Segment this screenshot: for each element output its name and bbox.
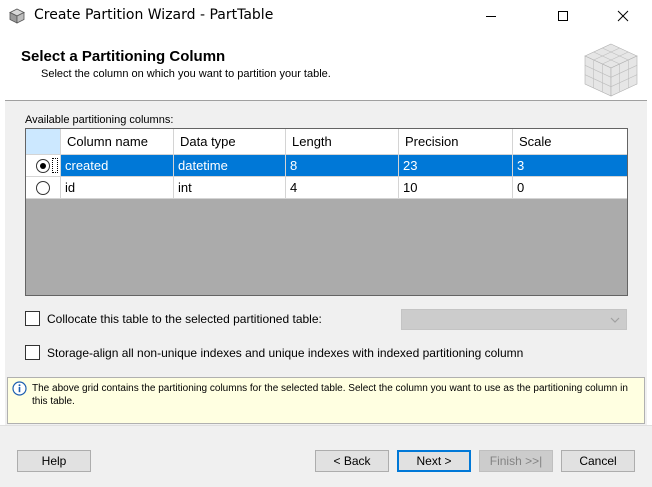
cell-column-name[interactable]: id [61,177,174,199]
minimize-icon[interactable] [468,0,514,31]
info-text: The above grid contains the partitioning… [32,383,628,407]
column-header-length[interactable]: Length [286,129,399,155]
cell-data-type[interactable]: datetime [174,155,286,177]
row-select-radio[interactable] [26,177,61,199]
storage-align-checkbox[interactable] [25,345,40,360]
cancel-button[interactable]: Cancel [561,450,635,472]
column-header-scale[interactable]: Scale [513,129,627,155]
row-select-radio[interactable] [26,155,61,177]
wizard-header: Select a Partitioning Column Select the … [5,40,647,100]
cell-length[interactable]: 4 [286,177,399,199]
grid-header-selector [26,129,61,155]
focus-indicator [52,158,58,173]
table-row[interactable]: id int 4 10 0 [26,177,627,199]
storage-align-label: Storage-align all non-unique indexes and… [47,345,524,360]
page-subtitle: Select the column on which you want to p… [41,68,331,80]
cell-scale[interactable]: 0 [513,177,627,199]
cell-data-type[interactable]: int [174,177,286,199]
cell-scale[interactable]: 3 [513,155,627,177]
radio-unchecked-icon[interactable] [36,180,50,195]
collocate-option[interactable]: Collocate this table to the selected par… [25,311,322,326]
table-row[interactable]: created datetime 8 23 3 [26,155,627,177]
app-cube-icon [9,8,25,24]
grid-label: Available partitioning columns: [25,114,174,126]
collocate-table-dropdown[interactable] [401,309,627,330]
cell-column-name[interactable]: created [61,155,174,177]
help-button[interactable]: Help [17,450,91,472]
next-button[interactable]: Next > [397,450,471,472]
cube-grid-logo-icon [581,42,641,101]
grid-header-row: Column name Data type Length Precision S… [26,129,627,155]
collocate-checkbox[interactable] [25,311,40,326]
storage-align-option[interactable]: Storage-align all non-unique indexes and… [25,345,523,360]
title-bar: Create Partition Wizard - PartTable [0,0,652,31]
cell-precision[interactable]: 10 [399,177,513,199]
window-title: Create Partition Wizard - PartTable [34,7,274,23]
column-header-name[interactable]: Column name [61,129,174,155]
finish-button[interactable]: Finish >>| [479,450,553,472]
partitioning-columns-grid[interactable]: Column name Data type Length Precision S… [25,128,628,296]
grid-empty-area [26,199,627,295]
column-header-precision[interactable]: Precision [399,129,513,155]
radio-checked-icon[interactable] [36,158,50,173]
column-header-type[interactable]: Data type [174,129,286,155]
page-title: Select a Partitioning Column [21,48,226,65]
back-button[interactable]: < Back [315,450,389,472]
cell-length[interactable]: 8 [286,155,399,177]
collocate-label: Collocate this table to the selected par… [47,311,322,326]
info-message-box: The above grid contains the partitioning… [7,377,645,424]
maximize-icon[interactable] [540,0,586,31]
cell-precision[interactable]: 23 [399,155,513,177]
info-icon [12,381,27,399]
chevron-down-icon[interactable] [610,314,620,328]
close-icon[interactable] [600,0,646,31]
